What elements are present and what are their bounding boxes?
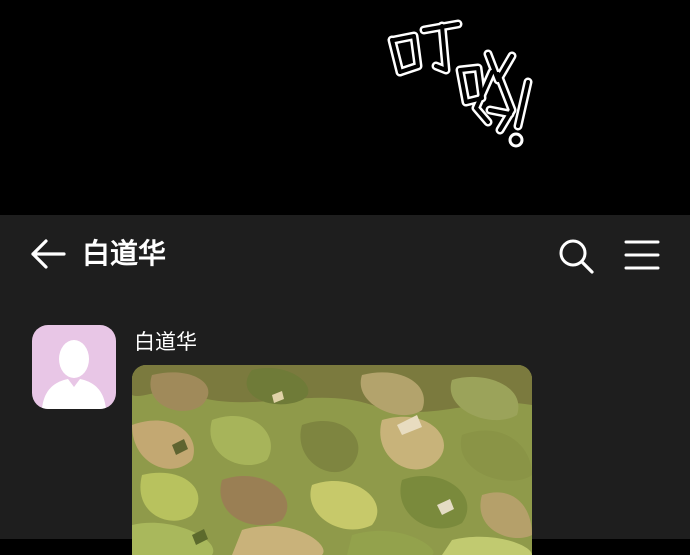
- avatar[interactable]: [32, 325, 116, 409]
- chat-title: 白道华: [82, 237, 167, 270]
- person-silhouette-icon: [42, 340, 106, 409]
- search-icon: [559, 239, 594, 274]
- image-message[interactable]: [132, 365, 532, 555]
- arrow-left-icon: [31, 239, 66, 269]
- back-button[interactable]: [28, 237, 68, 271]
- chat-header: 白道华: [0, 215, 690, 293]
- sound-effect-text: [380, 10, 560, 160]
- chat-screen: 白道华 白道华: [0, 215, 690, 555]
- menu-icon: [624, 240, 660, 270]
- message-row: 白道华: [0, 325, 690, 555]
- camouflage-photo: [132, 365, 532, 555]
- search-button[interactable]: [556, 236, 596, 276]
- comic-panel-top: [0, 0, 690, 215]
- menu-button[interactable]: [622, 237, 662, 273]
- sender-name: 白道华: [134, 330, 197, 354]
- sound-effect-lettering: [387, 19, 533, 148]
